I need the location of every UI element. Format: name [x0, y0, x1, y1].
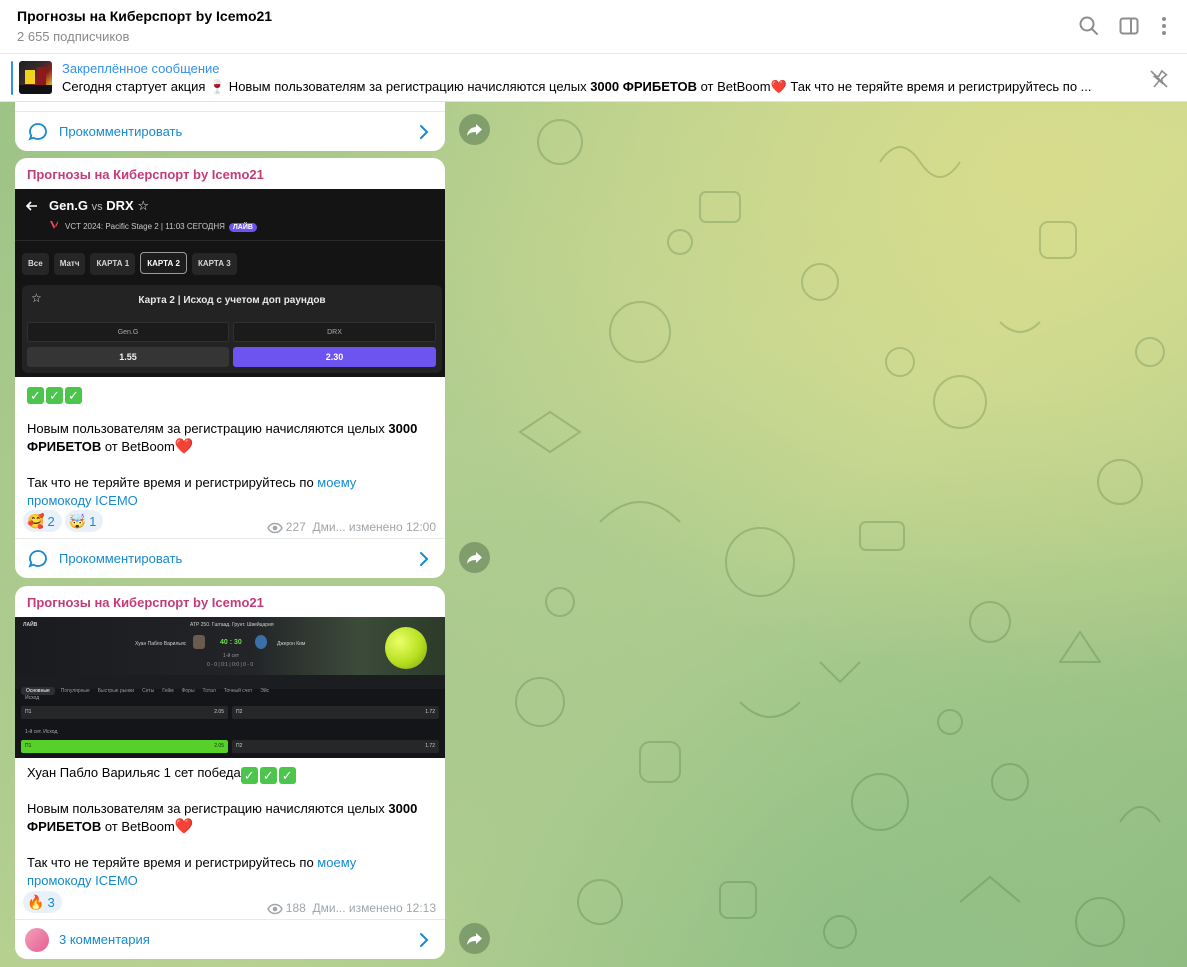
comment-label: 3 комментария — [59, 932, 150, 947]
message-text-result: Хуан Пабло Варильяс 1 сет победа ✓ ✓ ✓ — [27, 764, 437, 784]
share-icon — [467, 933, 482, 945]
sidebar-icon[interactable] — [1117, 14, 1141, 38]
pinned-thumbnail — [19, 61, 52, 94]
message-bubble[interactable]: Прогнозы на Киберспорт by Icemo21 ЛАЙВ A… — [15, 586, 445, 959]
match-title: Gen.G vs DRX ☆ — [49, 198, 149, 213]
comment-label: Прокомментировать — [59, 124, 183, 139]
unpin-icon[interactable] — [1148, 68, 1170, 90]
chevron-right-icon — [420, 552, 429, 566]
share-button[interactable] — [459, 114, 490, 145]
chat-area[interactable]: Прокомментировать Прогнозы на Киберспорт… — [0, 102, 1187, 967]
share-icon — [467, 124, 482, 136]
subscriber-count: 2 655 подписчиков — [17, 29, 130, 44]
pinned-indicator — [11, 61, 13, 95]
views-icon — [266, 522, 283, 534]
pinned-text: Сегодня стартует акция 🍷 Новым пользоват… — [62, 79, 1092, 94]
message-author[interactable]: Прогнозы на Киберспорт by Icemo21 — [27, 595, 264, 610]
more-vertical-icon[interactable] — [1152, 14, 1176, 38]
message-bubble[interactable]: Прокомментировать — [15, 102, 445, 151]
comment-icon — [28, 123, 47, 141]
message-bubble[interactable]: Прогнозы на Киберспорт by Icemo21 Gen.G … — [15, 158, 445, 578]
reaction[interactable]: 🥰 2 — [23, 510, 62, 532]
share-icon — [467, 552, 482, 564]
promo-link[interactable]: моему — [317, 855, 356, 870]
promo-link[interactable]: промокоду ICEMO — [27, 493, 138, 508]
reaction[interactable]: 🤯 1 — [64, 510, 104, 532]
promo-link[interactable]: моему — [317, 475, 356, 490]
media-screenshot-tennis[interactable]: ЛАЙВ ATP 250. Гштаад. Грунт. Швейцария Х… — [15, 617, 445, 758]
comment-label: Прокомментировать — [59, 551, 183, 566]
promo-link[interactable]: промокоду ICEMO — [27, 873, 138, 888]
channel-title[interactable]: Прогнозы на Киберспорт by Icemo21 — [17, 8, 272, 24]
market-tabs: Все Матч КАРТА 1 КАРТА 2 КАРТА 3 — [22, 252, 242, 275]
valorant-logo-icon — [50, 221, 58, 229]
tennis-ball-icon — [385, 627, 427, 669]
pinned-message-bar[interactable]: Закреплённое сообщение Сегодня стартует … — [0, 54, 1187, 102]
comment-button[interactable]: 3 комментария — [15, 919, 445, 959]
media-screenshot-esports[interactable]: Gen.G vs DRX ☆ VCT 2024: Pacific Stage 2… — [15, 189, 445, 377]
arrow-left-icon — [25, 201, 37, 211]
market-tabs: Основные Популярные Быстрые рынки Сеты Гейм Ф… — [21, 679, 269, 695]
comment-button[interactable]: Прокомментировать — [15, 538, 445, 578]
chevron-right-icon — [420, 125, 429, 139]
message-author[interactable]: Прогнозы на Киберспорт by Icemo21 — [27, 167, 264, 182]
comment-icon — [28, 550, 47, 568]
comment-button[interactable]: Прокомментировать — [15, 111, 445, 151]
message-meta: 227 Дми... изменено 12:00 — [266, 520, 436, 534]
reactions: 🥰 2 🤯 1 — [23, 510, 106, 532]
pinned-label: Закреплённое сообщение — [62, 61, 220, 76]
match-event: VCT 2024: Pacific Stage 2 | 11:03 СЕГОДН… — [65, 222, 257, 232]
market-panel: ☆ Карта 2 | Исход с учетом доп раундов G… — [22, 285, 442, 373]
search-icon[interactable] — [1077, 14, 1101, 38]
share-button[interactable] — [459, 923, 490, 954]
views-icon — [266, 903, 283, 915]
chevron-right-icon — [420, 933, 429, 947]
reaction[interactable]: 🔥 3 — [23, 891, 62, 913]
chat-header: Прогнозы на Киберспорт by Icemo21 2 655 … — [0, 0, 1187, 54]
message-text-promo: Так что не теряйте время и регистрируйте… — [27, 855, 357, 888]
message-meta: 188 Дми... изменено 12:13 — [266, 901, 436, 915]
commenter-avatar — [25, 928, 49, 952]
reactions: 🔥 3 — [23, 891, 65, 913]
check-marks: ✓ ✓ ✓ — [27, 384, 437, 404]
message-text: Новым пользователям за регистрацию начис… — [27, 801, 418, 835]
share-button[interactable] — [459, 542, 490, 573]
message-text: Новым пользователям за регистрацию начис… — [27, 421, 418, 455]
star-icon: ☆ — [137, 198, 149, 213]
message-text-promo: Так что не теряйте время и регистрируйте… — [27, 475, 357, 508]
